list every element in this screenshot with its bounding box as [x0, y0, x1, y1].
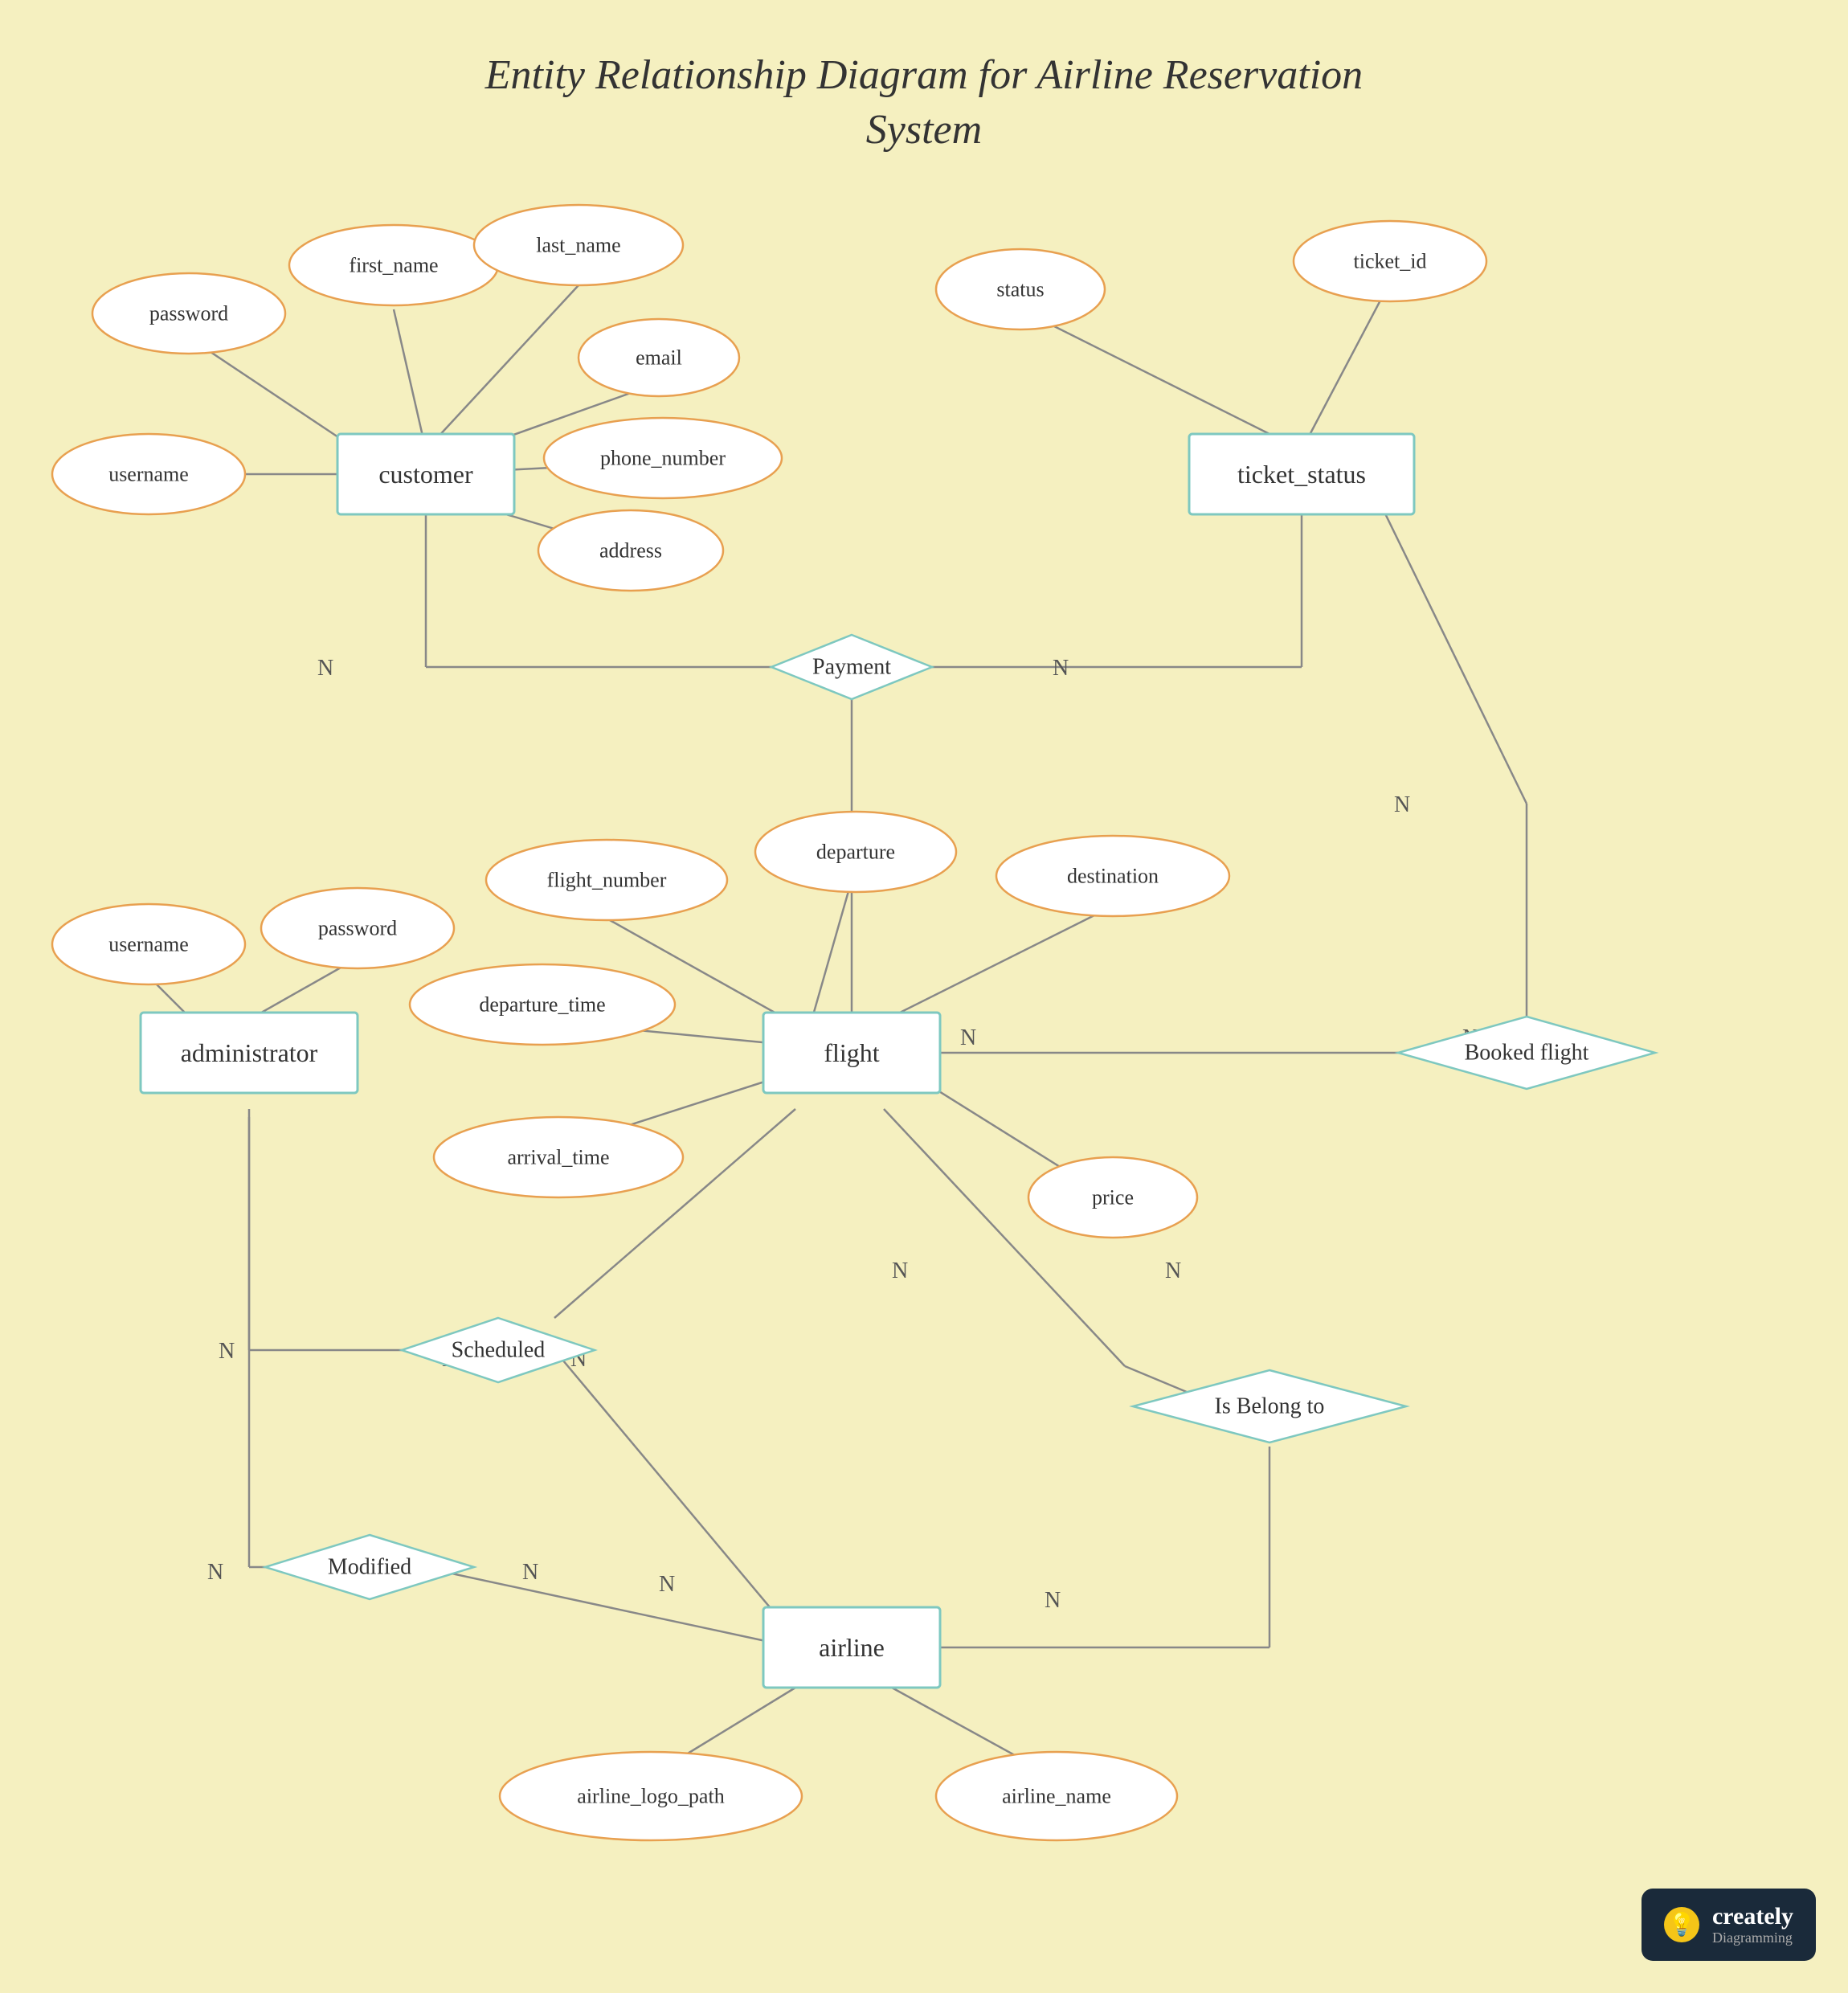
svg-text:airline_name: airline_name	[1002, 1785, 1111, 1808]
svg-text:N: N	[1045, 1588, 1061, 1613]
svg-text:airline: airline	[819, 1633, 885, 1662]
creately-logo: 💡 creately Diagramming	[1642, 1889, 1816, 1961]
svg-text:flight_number: flight_number	[547, 869, 667, 892]
svg-text:destination: destination	[1067, 865, 1159, 888]
svg-text:N: N	[1165, 1258, 1181, 1283]
svg-text:username: username	[108, 463, 189, 486]
svg-text:Scheduled: Scheduled	[452, 1338, 546, 1363]
svg-text:departure_time: departure_time	[479, 993, 605, 1017]
svg-text:Booked flight: Booked flight	[1465, 1041, 1589, 1066]
svg-text:N: N	[207, 1560, 223, 1585]
svg-text:administrator: administrator	[181, 1038, 318, 1067]
svg-text:Is Belong to: Is Belong to	[1215, 1394, 1325, 1419]
svg-text:password: password	[149, 302, 228, 325]
svg-text:Modified: Modified	[328, 1555, 411, 1580]
svg-text:price: price	[1092, 1186, 1134, 1209]
svg-text:password: password	[318, 917, 397, 940]
logo-name: creately	[1712, 1903, 1793, 1930]
svg-text:first_name: first_name	[349, 254, 438, 277]
er-diagram: N N N N N N N N N N N N N N customer tic…	[0, 0, 1848, 1993]
svg-text:N: N	[219, 1339, 235, 1364]
svg-text:arrival_time: arrival_time	[507, 1146, 609, 1169]
logo-sub: Diagramming	[1712, 1930, 1793, 1946]
svg-text:N: N	[1053, 656, 1069, 681]
svg-text:airline_logo_path: airline_logo_path	[577, 1785, 724, 1808]
svg-text:N: N	[317, 656, 333, 681]
svg-text:ticket_id: ticket_id	[1354, 250, 1427, 273]
svg-text:username: username	[108, 933, 189, 956]
svg-text:N: N	[522, 1560, 538, 1585]
svg-text:flight: flight	[824, 1038, 879, 1067]
svg-text:phone_number: phone_number	[600, 447, 726, 470]
svg-text:address: address	[599, 539, 662, 563]
svg-text:email: email	[636, 346, 682, 370]
svg-text:customer: customer	[378, 460, 473, 489]
svg-text:N: N	[960, 1025, 976, 1050]
svg-text:N: N	[659, 1572, 675, 1597]
svg-text:N: N	[892, 1258, 908, 1283]
svg-text:status: status	[996, 278, 1044, 301]
svg-text:departure: departure	[816, 841, 895, 864]
svg-text:N: N	[1394, 792, 1410, 817]
svg-text:last_name: last_name	[536, 234, 620, 257]
svg-text:ticket_status: ticket_status	[1237, 460, 1366, 489]
logo-icon: 💡	[1664, 1907, 1699, 1942]
svg-text:Payment: Payment	[812, 655, 891, 680]
